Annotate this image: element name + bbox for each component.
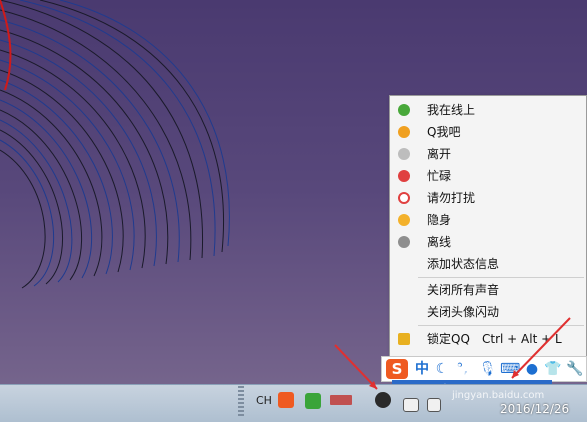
input-mode-toggle[interactable]: 中 (414, 360, 430, 378)
moon-icon[interactable]: ☾ (434, 360, 450, 378)
shirt-icon[interactable]: 👕 (544, 360, 561, 378)
menu-item-label: 关闭头像闪动 (427, 305, 500, 319)
menu-item-mute-all[interactable]: 关闭所有声音 (390, 279, 586, 301)
taskbar-grip[interactable] (238, 386, 244, 418)
menu-item-label: 添加状态信息 (427, 257, 500, 271)
lock-icon (398, 333, 410, 345)
sogou-logo-icon[interactable]: S (386, 359, 408, 379)
menu-item-label: 锁定QQ (427, 332, 470, 346)
do-not-disturb-icon (398, 192, 410, 204)
invisible-status-icon (398, 214, 410, 226)
menu-item-offline[interactable]: 离线 (390, 231, 586, 253)
monitor-icon[interactable] (403, 398, 419, 412)
menu-separator (418, 277, 584, 278)
menu-item-label: 我在线上 (427, 103, 476, 117)
tray-app-icon[interactable] (330, 395, 352, 405)
menu-item-invisible[interactable]: 隐身 (390, 209, 586, 231)
qq-status-menu: 我在线上 Q我吧 离开 忙碌 请勿打扰 隐身 离线 添加状态信息 关闭所有声音 … (389, 95, 587, 357)
sogou-tray-icon[interactable] (278, 392, 294, 408)
language-indicator[interactable]: CH (256, 394, 272, 407)
menu-item-label: Q我吧 (427, 125, 461, 139)
menu-item-busy[interactable]: 忙碌 (390, 165, 586, 187)
baidu-watermark: Baidu (450, 360, 502, 379)
menu-item-disable-avatar-flash[interactable]: 关闭头像闪动 (390, 301, 586, 323)
menu-separator (418, 325, 584, 326)
menu-item-online[interactable]: 我在线上 (390, 99, 586, 121)
menu-item-label: 请勿打扰 (427, 191, 476, 205)
menu-item-q-me[interactable]: Q我吧 (390, 121, 586, 143)
menu-item-label: 忙碌 (427, 169, 452, 183)
q-me-status-icon (398, 126, 410, 138)
qq-penguin-icon[interactable] (375, 392, 391, 408)
menu-item-shortcut: Ctrl + Alt + L (482, 332, 562, 346)
system-date[interactable]: 2016/12/26 (500, 402, 569, 416)
offline-status-icon (398, 236, 410, 248)
away-status-icon (398, 148, 410, 160)
online-status-icon (398, 104, 410, 116)
wrench-icon[interactable]: 🔧 (566, 360, 583, 378)
menu-item-away[interactable]: 离开 (390, 143, 586, 165)
menu-item-label: 离开 (427, 147, 452, 161)
menu-item-add-status[interactable]: 添加状态信息 (390, 253, 586, 275)
menu-item-lock-qq[interactable]: 锁定QQ Ctrl + Alt + L (390, 328, 586, 350)
menu-item-label: 隐身 (427, 213, 452, 227)
keyboard-icon[interactable]: ⌨ (500, 360, 520, 378)
busy-status-icon (398, 170, 410, 182)
person-icon[interactable]: ● (524, 360, 540, 378)
menu-item-label: 离线 (427, 235, 452, 249)
security-shield-icon[interactable] (305, 393, 321, 409)
menu-item-do-not-disturb[interactable]: 请勿打扰 (390, 187, 586, 209)
menu-item-label: 关闭所有声音 (427, 283, 500, 297)
baidu-watermark-url: jingyan.baidu.com (452, 390, 545, 401)
copy-icon[interactable] (427, 398, 441, 412)
